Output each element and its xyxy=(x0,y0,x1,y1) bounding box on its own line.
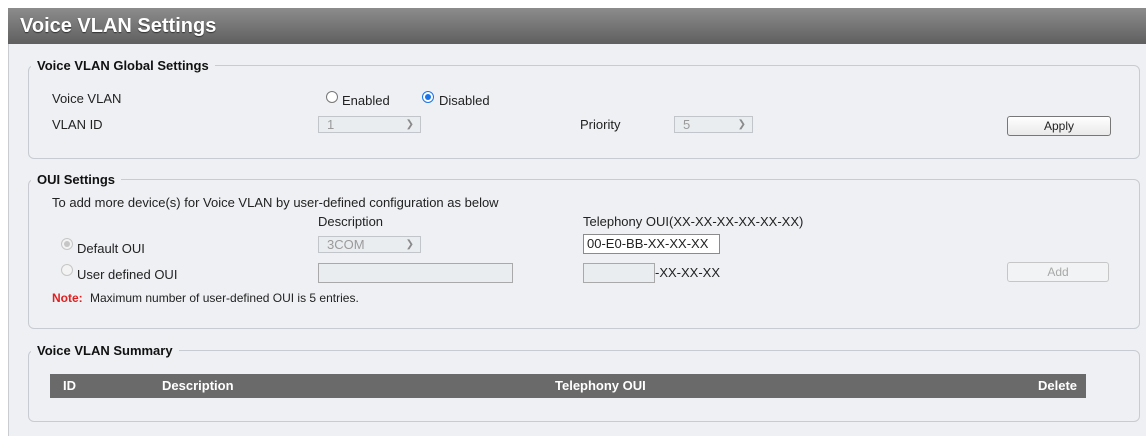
default-oui-label: Default OUI xyxy=(77,241,145,256)
priority-label: Priority xyxy=(580,117,621,132)
column-header-id: ID xyxy=(63,378,76,393)
user-defined-oui-label: User defined OUI xyxy=(77,267,178,282)
summary-legend: Voice VLAN Summary xyxy=(37,343,173,358)
column-header-delete: Delete xyxy=(1038,378,1078,393)
user-telephony-oui-input[interactable] xyxy=(583,263,655,283)
note-text: Maximum number of user-defined OUI is 5 … xyxy=(90,291,359,305)
page-title: Voice VLAN Settings xyxy=(20,15,217,37)
column-header-telephony-oui: Telephony OUI xyxy=(555,378,646,393)
oui-settings-legend: OUI Settings xyxy=(37,172,116,187)
default-description-value: 3COM xyxy=(327,237,365,252)
summary-table-header: ID Description Telephony OUI Delete xyxy=(50,374,1086,398)
oui-intro-text: To add more device(s) for Voice VLAN by … xyxy=(52,195,499,210)
default-telephony-oui-field[interactable]: 00-E0-BB-XX-XX-XX xyxy=(583,234,720,254)
vlan-id-label: VLAN ID xyxy=(52,117,103,132)
user-defined-oui-radio[interactable] xyxy=(61,264,73,276)
note-label: Note: xyxy=(52,291,83,305)
title-bar: Voice VLAN Settings xyxy=(8,8,1146,44)
default-oui-radio[interactable] xyxy=(61,238,73,250)
note: Note: Maximum number of user-defined OUI… xyxy=(52,291,359,305)
add-button[interactable]: Add xyxy=(1007,262,1109,282)
telephony-oui-header: Telephony OUI(XX-XX-XX-XX-XX-XX) xyxy=(583,214,804,229)
default-description-select[interactable]: 3COM ❯ xyxy=(318,236,421,253)
priority-value: 5 xyxy=(683,117,691,132)
priority-select[interactable]: 5 ❯ xyxy=(674,116,753,133)
vlan-id-select[interactable]: 1 ❯ xyxy=(318,116,421,133)
enabled-label[interactable]: Enabled xyxy=(342,93,390,108)
chevron-down-icon: ❯ xyxy=(405,239,414,250)
user-telephony-suffix: -XX-XX-XX xyxy=(655,265,721,280)
apply-button[interactable]: Apply xyxy=(1007,116,1111,136)
enabled-radio[interactable] xyxy=(326,91,338,103)
description-header: Description xyxy=(318,214,384,229)
disabled-label[interactable]: Disabled xyxy=(439,93,490,108)
global-settings-panel: Voice VLAN Global Settings xyxy=(28,58,1140,159)
global-settings-legend: Voice VLAN Global Settings xyxy=(37,58,209,73)
voice-vlan-label: Voice VLAN xyxy=(52,91,122,106)
chevron-down-icon: ❯ xyxy=(737,119,746,130)
disabled-radio[interactable] xyxy=(422,91,434,103)
vlan-id-value: 1 xyxy=(327,117,335,132)
chevron-down-icon: ❯ xyxy=(405,119,414,130)
user-description-input[interactable] xyxy=(318,263,513,283)
column-header-description: Description xyxy=(162,378,234,393)
